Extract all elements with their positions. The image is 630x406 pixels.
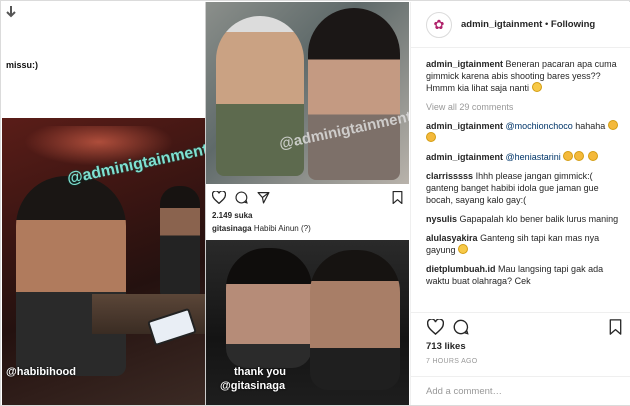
comment-item: nysulis Gapapalah klo bener balik lurus … (426, 213, 624, 225)
comment-item: alulasyakira Ganteng sih tapi kan mas ny… (426, 232, 624, 256)
comment-mention-name: heniastarini (514, 152, 561, 162)
comment-user[interactable]: admin_igtainment (426, 152, 503, 162)
comment-mention[interactable]: @mochionchoco (506, 121, 573, 131)
divider (411, 312, 630, 313)
header-user: admin_igtainment • Following (461, 19, 595, 30)
likes-count[interactable]: 713 likes (426, 341, 466, 352)
thinking-emoji-icon (531, 82, 542, 92)
heart-icon[interactable] (426, 318, 444, 336)
man-figure (216, 16, 304, 176)
woman-figure (226, 248, 312, 368)
comment-item: clarrisssss Ihhh please jangan gimmick:(… (426, 170, 624, 206)
post-image[interactable]: missu:) @adminigtainment @habibihood @ad… (2, 2, 409, 405)
missu-text: missu:) (6, 60, 39, 70)
comment-text: Gapapalah klo bener balik lurus maning (459, 214, 619, 224)
comment-user[interactable]: dietplumbuah.id (426, 264, 496, 274)
comment-item: dietplumbuah.id Mau langsing tapi gak ad… (426, 263, 624, 287)
view-all-comments-link[interactable]: View all 29 comments (426, 101, 624, 113)
man-figure (310, 250, 400, 390)
comment-text: hahaha (575, 121, 606, 131)
comment-mention[interactable]: @heniastarini (506, 152, 561, 162)
laugh-emoji-icon (574, 151, 585, 161)
embed-caption-text: Habibi Ainun (?) (253, 224, 311, 233)
following-button[interactable]: Following (551, 19, 595, 30)
couple-photo: @adminigtainment (206, 2, 409, 184)
bookmark-icon[interactable] (606, 318, 624, 336)
man-figure (16, 176, 126, 376)
woman-figure (308, 8, 400, 180)
avatar[interactable]: ✿ (426, 12, 452, 38)
emoji-icon (458, 244, 469, 254)
comment-user[interactable]: nysulis (426, 214, 457, 224)
comment-user[interactable]: alulasyakira (426, 233, 478, 243)
embedded-post: @adminigtainment 2.149 suka gitasinaga H… (205, 2, 409, 240)
embed-caption: gitasinaga Habibi Ainun (?) (212, 224, 311, 233)
comment-user[interactable]: clarrisssss (426, 171, 473, 181)
laugh-emoji-icon (607, 120, 618, 130)
background-person (160, 186, 200, 296)
laugh-emoji-icon (563, 151, 574, 161)
username-link[interactable]: admin_igtainment (461, 19, 542, 30)
embed-caption-user: gitasinaga (212, 224, 252, 233)
post-window: missu:) @adminigtainment @habibihood @ad… (0, 0, 630, 406)
laugh-emoji-icon (426, 132, 436, 142)
post-actions (426, 318, 624, 338)
comment-user[interactable]: admin_igtainment (426, 121, 503, 131)
add-comment-input[interactable] (426, 380, 624, 402)
night-selfie: thank you @gitasinaga (205, 240, 409, 405)
text-panel: missu:) (2, 2, 205, 118)
embed-actions (211, 189, 405, 207)
separator-dot: • (544, 19, 549, 30)
caption-line-1: thank you (234, 366, 286, 378)
arrow-down-icon (6, 6, 16, 21)
heart-icon (211, 189, 227, 205)
comment-icon (233, 189, 249, 205)
restaurant-photo: @adminigtainment @habibihood (2, 118, 205, 405)
bookmark-icon (389, 189, 405, 205)
username-tag: @habibihood (6, 366, 76, 378)
comment-item: admin_igtainment @heniastarini (426, 151, 624, 163)
comment-caption: admin_igtainment Beneran pacaran apa cum… (426, 58, 624, 94)
post-timestamp[interactable]: 7 HOURS AGO (426, 358, 478, 365)
comment-item: admin_igtainment @mochionchoco hahaha (426, 120, 624, 144)
share-icon (255, 189, 271, 205)
post-sidebar: ✿ admin_igtainment • Following admin_igt… (410, 2, 630, 405)
comments-list[interactable]: admin_igtainment Beneran pacaran apa cum… (426, 58, 624, 306)
comment-user[interactable]: admin_igtainment (426, 59, 503, 69)
embed-likes: 2.149 suka (212, 211, 253, 220)
post-header: ✿ admin_igtainment • Following (411, 2, 630, 48)
caption-line-2: @gitasinaga (220, 380, 286, 392)
divider (411, 376, 630, 377)
comment-icon[interactable] (452, 318, 470, 336)
laugh-emoji-icon (587, 151, 598, 161)
comment-mention-name: mochionchoco (514, 121, 573, 131)
